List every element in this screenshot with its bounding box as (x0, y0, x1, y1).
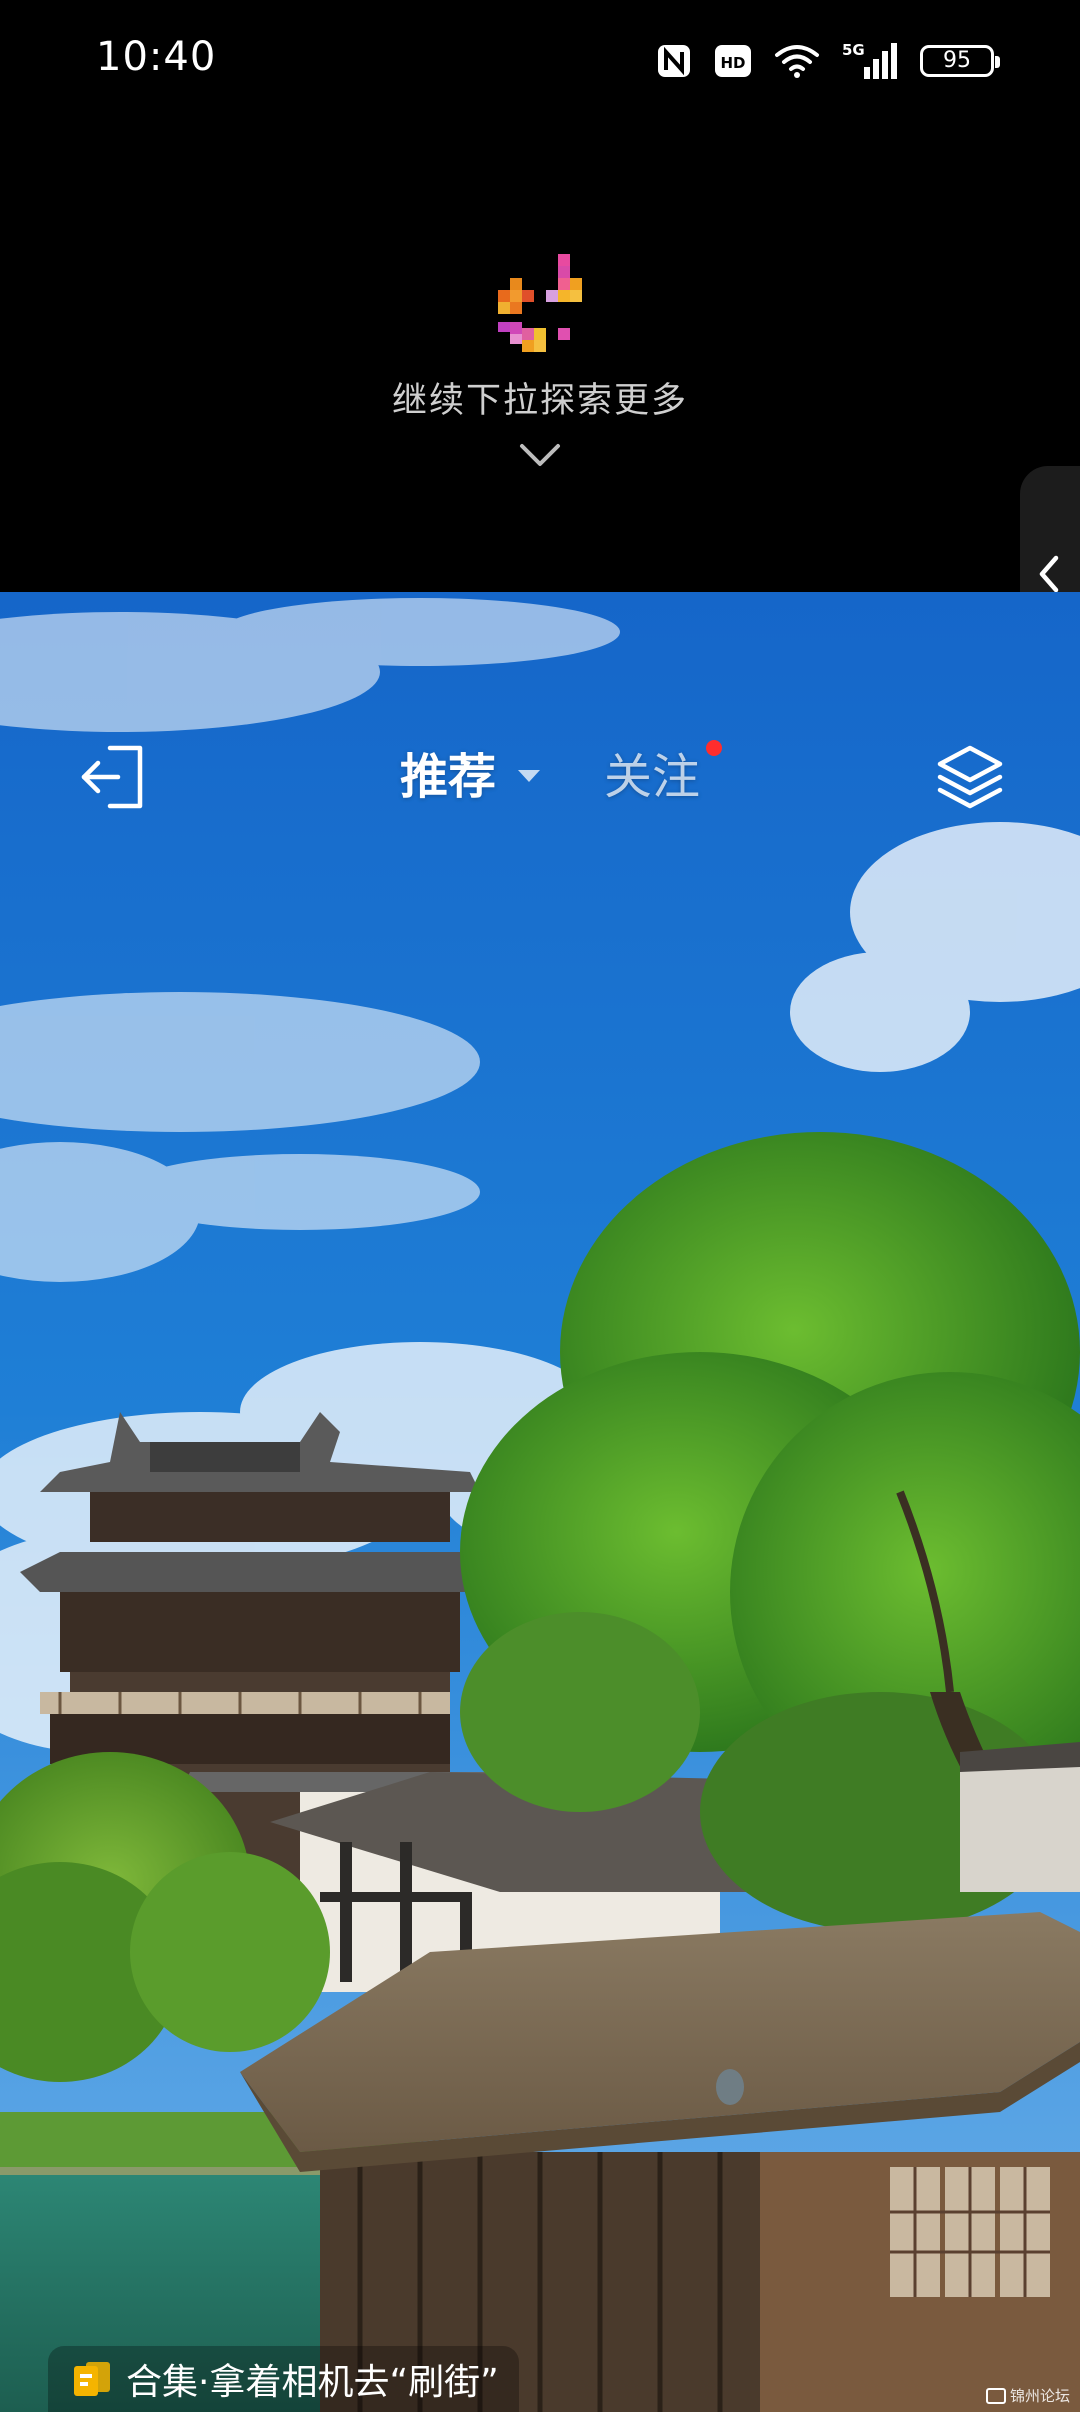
battery-level: 95 (943, 48, 971, 73)
status-bar: 10:40 HD 5G 95 (0, 0, 1080, 124)
hd-label: HD (720, 54, 745, 72)
watermark-text: 锦州论坛 (1009, 2387, 1070, 2405)
collection-icon (74, 2362, 110, 2396)
battery-indicator: 95 (920, 45, 1000, 77)
wifi-icon (774, 43, 820, 79)
chevron-left-icon (1039, 555, 1059, 593)
new-content-dot (706, 740, 722, 756)
dropdown-caret-icon[interactable] (516, 766, 542, 786)
layers-icon[interactable] (934, 742, 1006, 814)
collection-link[interactable]: 合集·拿着相机去“刷街” (48, 2346, 519, 2412)
pull-hint-text: 继续下拉探索更多 (391, 381, 688, 421)
top-tab-bar: 推荐 关注 (0, 720, 1080, 834)
hd-icon: HD (714, 44, 752, 78)
status-icons: HD 5G 95 (656, 38, 1000, 84)
collection-title: 合集·拿着相机去“刷街” (126, 2362, 499, 2403)
signal-5g-icon: 5G (842, 41, 898, 81)
watermark-logo-icon (985, 2387, 1006, 2404)
chevron-down-icon (520, 444, 560, 466)
pull-to-explore-area[interactable]: 继续下拉探索更多 (0, 124, 1080, 682)
exit-icon[interactable] (80, 742, 150, 812)
status-time: 10:40 (96, 34, 217, 80)
tab-recommend[interactable]: 推荐 (400, 742, 496, 812)
network-label: 5G (842, 41, 865, 59)
nfc-icon (656, 43, 692, 79)
feed-cover-image[interactable] (0, 592, 1080, 2412)
tab-follow[interactable]: 关注 (604, 742, 700, 812)
app-logo-icon (498, 254, 582, 352)
forum-watermark: 锦州论坛 (985, 2385, 1070, 2406)
